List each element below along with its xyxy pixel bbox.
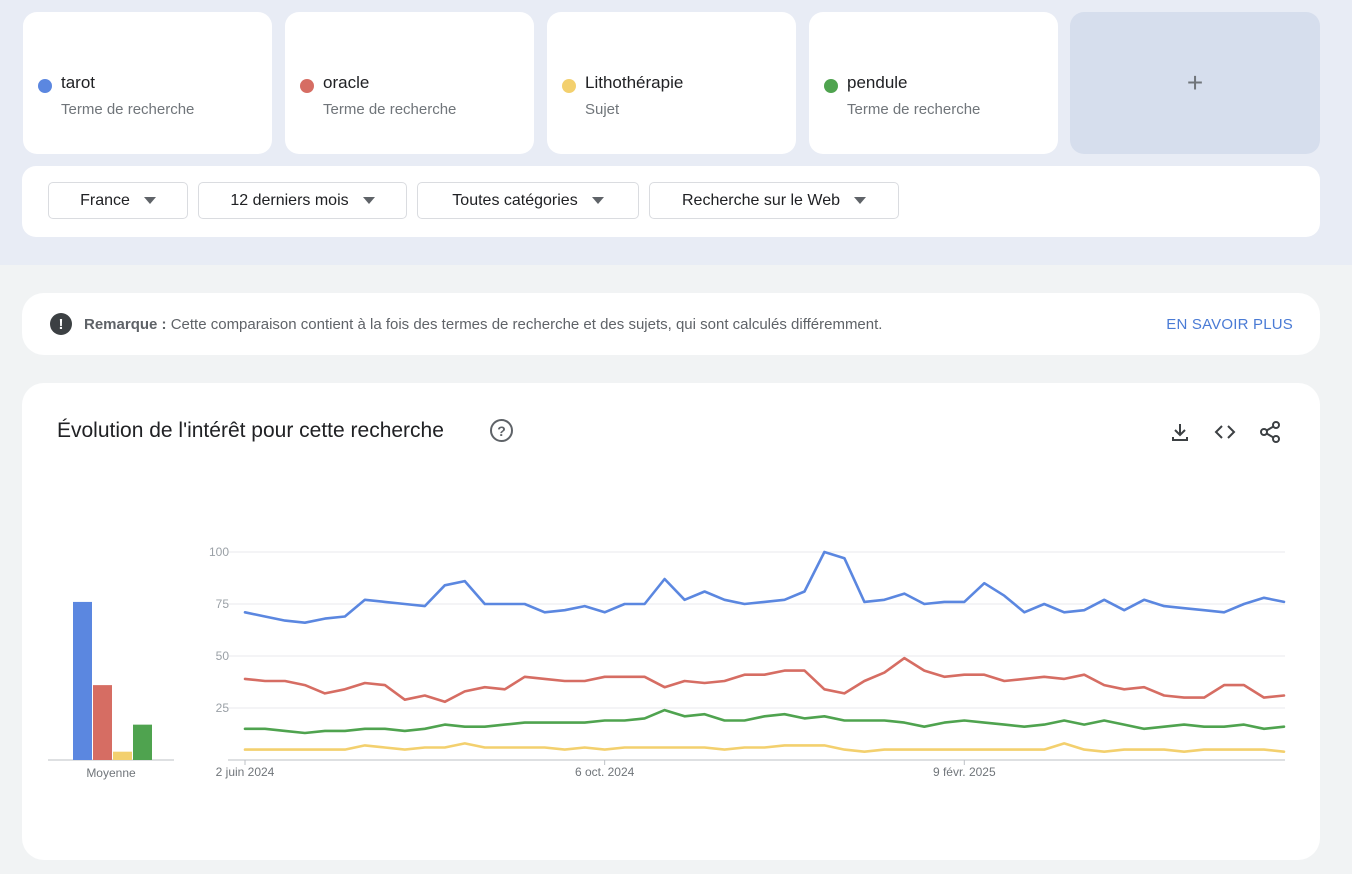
- caret-down-icon: [362, 197, 375, 204]
- color-dot-icon: [824, 79, 838, 93]
- term-card-oracle[interactable]: oracle Terme de recherche: [285, 12, 534, 154]
- alert-icon: !: [50, 313, 72, 335]
- notice-message: Remarque : Cette comparaison contient à …: [84, 316, 882, 333]
- term-card-lithotherapie[interactable]: Lithothérapie Sujet: [547, 12, 796, 154]
- term-type: Terme de recherche: [847, 101, 981, 118]
- interest-line-chart: 25 50 75 100 2 juin 2024 6 oct. 2024 9 févr. 2…: [209, 545, 1286, 779]
- series-line-oracle: [243, 656, 1286, 704]
- category-value: Toutes catégories: [452, 191, 578, 209]
- region-value: France: [80, 191, 130, 209]
- interest-over-time-card: Évolution de l'intérêt pour cette recher…: [22, 383, 1320, 860]
- notice-label: Remarque :: [84, 316, 167, 333]
- term-card-pendule[interactable]: pendule Terme de recherche: [809, 12, 1058, 154]
- y-tick-label: 100: [209, 545, 229, 559]
- period-value: 12 derniers mois: [230, 191, 349, 209]
- caret-down-icon: [143, 197, 156, 204]
- filter-bar: France 12 derniers mois Toutes catégorie…: [22, 166, 1320, 237]
- period-dropdown[interactable]: 12 derniers mois: [198, 182, 407, 219]
- search-type-value: Recherche sur le Web: [682, 191, 840, 209]
- plus-icon: +: [1186, 67, 1204, 98]
- color-dot-icon: [562, 79, 576, 93]
- term-name: Lithothérapie: [585, 73, 684, 92]
- y-tick-label: 75: [216, 597, 230, 611]
- series-line-tarot: [243, 550, 1286, 624]
- comparison-notice: ! Remarque : Cette comparaison contient …: [22, 293, 1320, 355]
- category-dropdown[interactable]: Toutes catégories: [417, 182, 639, 219]
- y-tick-label: 25: [216, 701, 230, 715]
- term-type: Sujet: [585, 101, 620, 118]
- notice-text: Cette comparaison contient à la fois des…: [170, 316, 883, 333]
- color-dot-icon: [38, 79, 52, 93]
- term-name: pendule: [847, 73, 908, 92]
- caret-down-icon: [854, 197, 866, 204]
- term-type: Terme de recherche: [61, 101, 195, 118]
- learn-more-link[interactable]: EN SAVOIR PLUS: [1166, 316, 1293, 333]
- x-tick-label: 2 juin 2024: [216, 765, 275, 779]
- x-tick-label: 9 févr. 2025: [933, 765, 996, 779]
- y-tick-label: 50: [216, 649, 230, 663]
- term-card-tarot[interactable]: tarot Terme de recherche: [23, 12, 272, 154]
- series-line-pendule: [243, 708, 1286, 735]
- series-line-lithothérapie: [243, 742, 1286, 754]
- search-type-dropdown[interactable]: Recherche sur le Web: [649, 182, 899, 219]
- term-name: oracle: [323, 73, 370, 92]
- caret-down-icon: [591, 197, 604, 204]
- add-term-button[interactable]: +: [1070, 12, 1320, 154]
- region-dropdown[interactable]: France: [48, 182, 188, 219]
- color-dot-icon: [300, 79, 314, 93]
- term-type: Terme de recherche: [323, 101, 457, 118]
- term-name: tarot: [61, 73, 96, 92]
- x-tick-label: 6 oct. 2024: [575, 765, 635, 779]
